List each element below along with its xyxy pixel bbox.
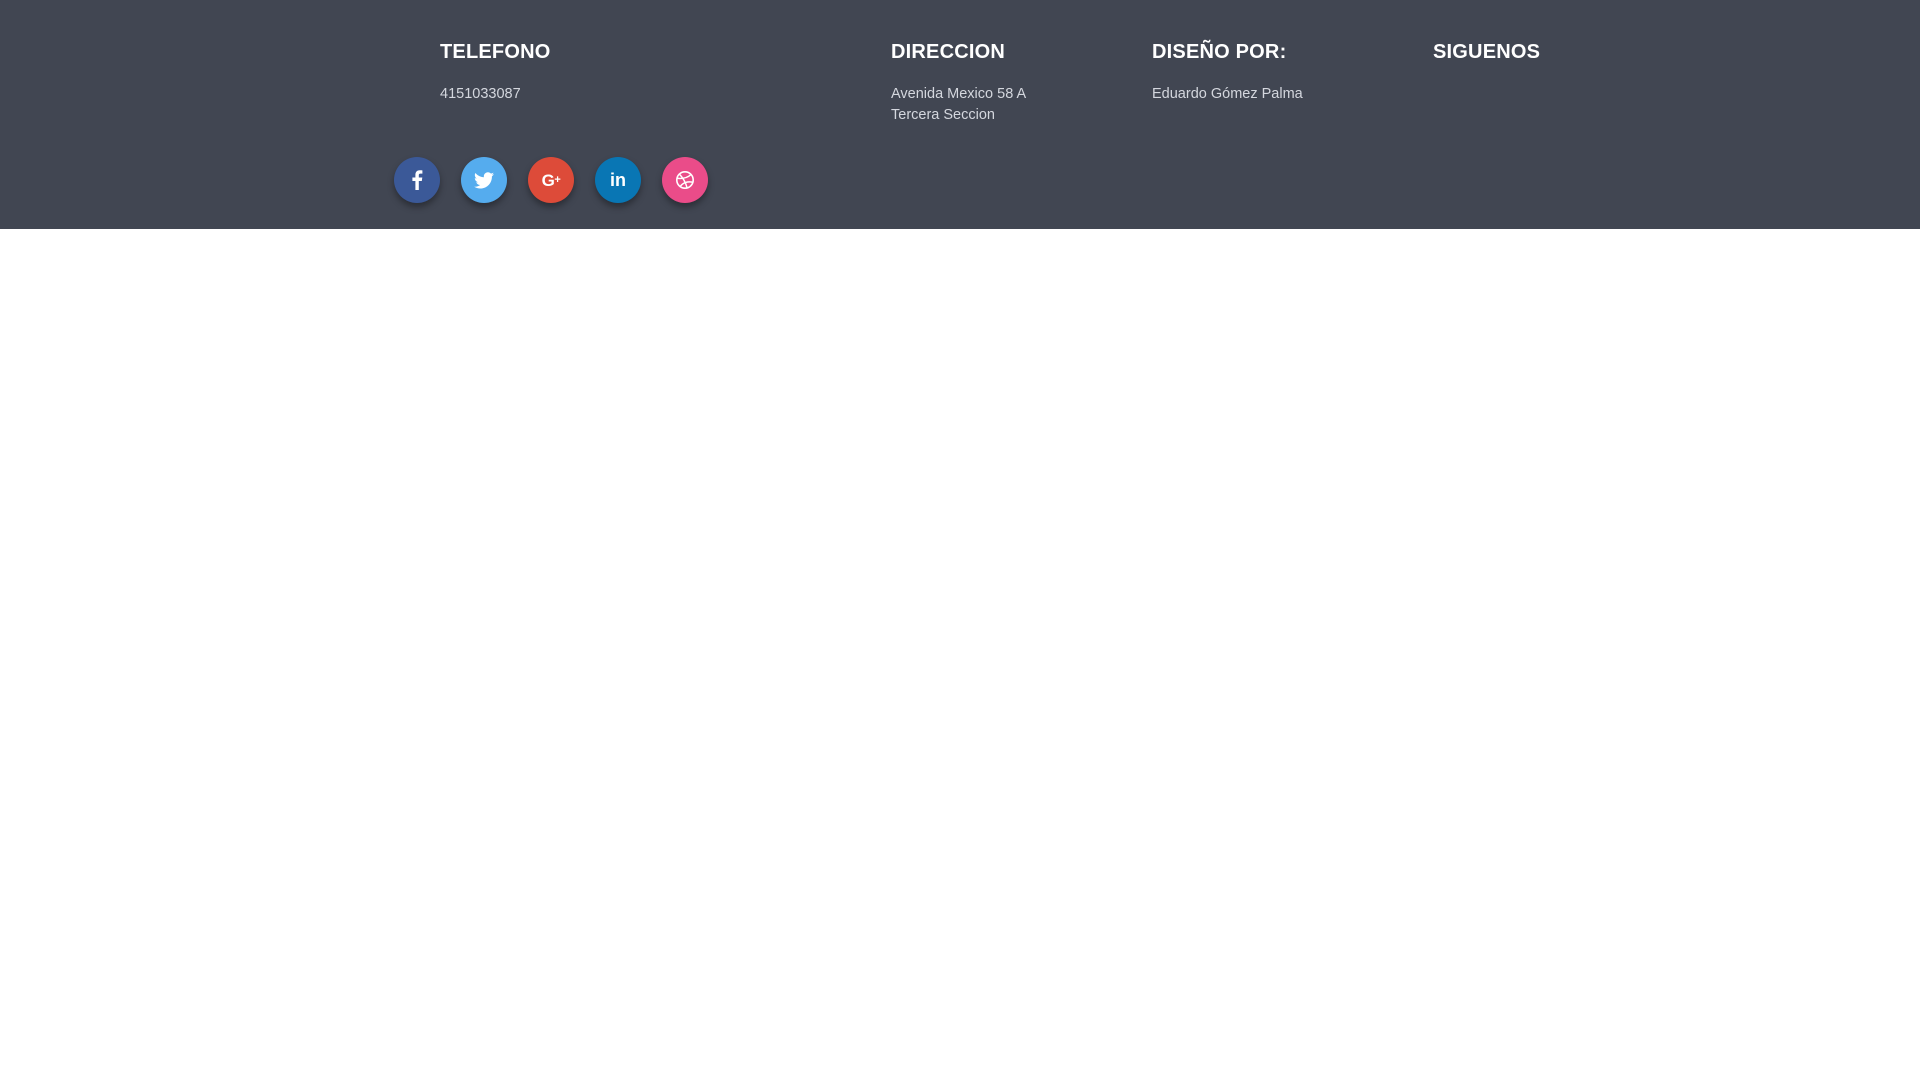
site-footer: TELEFONO 4151033087 DIRECCION Avenida Me… (0, 0, 1920, 229)
design-credit-section: DISEÑO POR: Eduardo Gómez Palma (1152, 40, 1303, 105)
google-plus-icon: G+ (541, 170, 561, 190)
google-plus-button[interactable]: G+ (528, 157, 574, 203)
facebook-icon (411, 170, 423, 190)
design-credit-heading: DISEÑO POR: (1152, 41, 1287, 63)
phone-number: 4151033087 (440, 86, 521, 102)
twitter-icon (474, 171, 494, 189)
phone-heading: TELEFONO (440, 41, 551, 63)
linkedin-button[interactable]: in (595, 157, 641, 203)
address-text: Avenida Mexico 58 A Tercera Seccion (891, 84, 1026, 126)
address-heading: DIRECCION (891, 41, 1006, 63)
phone-section: TELEFONO 4151033087 (440, 40, 551, 105)
dribbble-button[interactable] (662, 157, 708, 203)
follow-heading: SIGUENOS (1433, 41, 1541, 63)
designer-name: Eduardo Gómez Palma (1152, 86, 1303, 102)
linkedin-icon: in (610, 170, 626, 190)
dribbble-icon (675, 170, 695, 190)
social-links: G+ in (394, 157, 708, 203)
follow-section: SIGUENOS (1433, 40, 1540, 64)
twitter-button[interactable] (461, 157, 507, 203)
address-section: DIRECCION Avenida Mexico 58 A Tercera Se… (891, 40, 1026, 126)
facebook-button[interactable] (394, 157, 440, 203)
address-line-1: Avenida Mexico 58 A (891, 86, 1027, 102)
address-line-2: Tercera Seccion (891, 107, 995, 123)
